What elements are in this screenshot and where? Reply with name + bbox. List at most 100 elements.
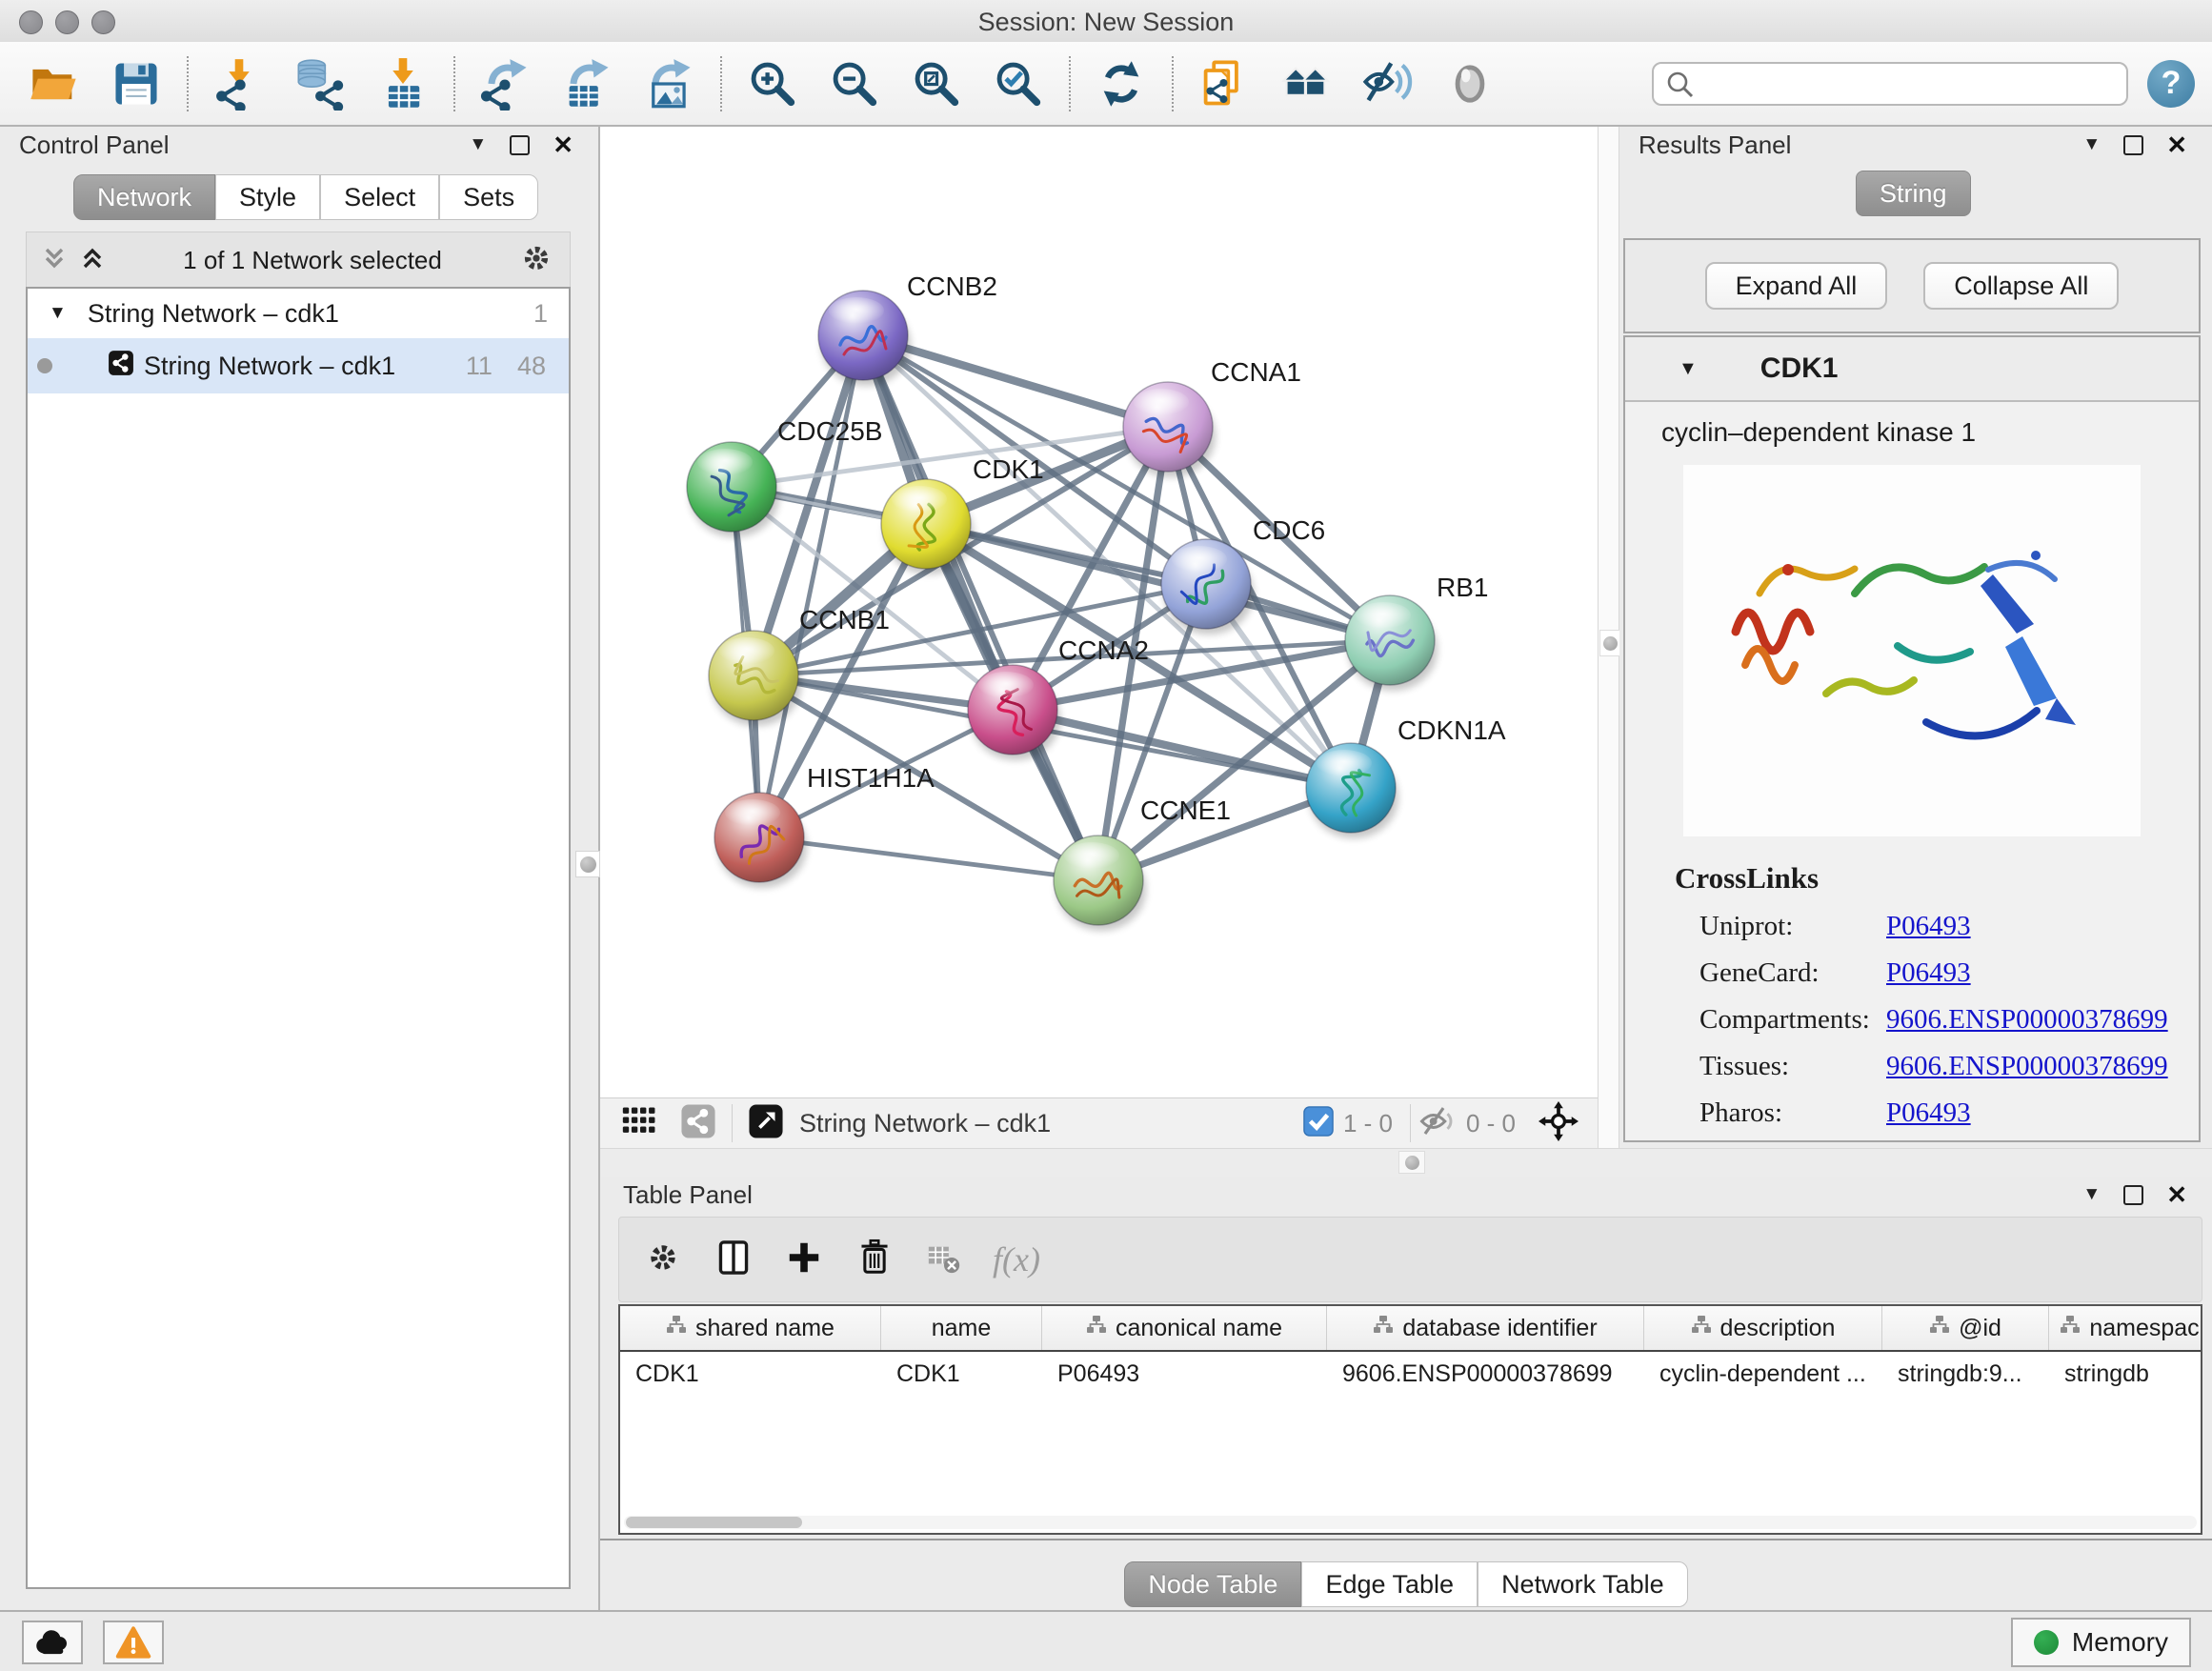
fit-crosshair-icon[interactable] (1538, 1101, 1579, 1146)
open-session-icon[interactable] (13, 51, 95, 116)
network-node-RB1[interactable] (1345, 595, 1438, 691)
network-edge-CCNA2-CDKN1A[interactable] (1013, 710, 1351, 788)
table-cell[interactable]: cyclin-dependent ... (1644, 1360, 1882, 1388)
save-session-icon[interactable] (95, 51, 177, 116)
tab-node-table[interactable]: Node Table (1124, 1561, 1301, 1607)
hidden-eye-icon[interactable] (1418, 1105, 1457, 1142)
view-app-icon[interactable] (680, 1103, 716, 1144)
table-cell[interactable]: CDK1 (620, 1360, 881, 1388)
panel-menu-icon[interactable]: ▼ (469, 134, 487, 155)
network-node-CCNB2[interactable] (818, 291, 911, 386)
panel-close-icon[interactable]: ✕ (553, 131, 573, 160)
grid-mode-icon[interactable] (621, 1105, 659, 1142)
refresh-icon[interactable] (1080, 51, 1162, 116)
tab-select[interactable]: Select (320, 174, 439, 220)
table-options-gear-icon[interactable] (642, 1237, 684, 1283)
zoom-in-icon[interactable] (732, 51, 814, 116)
crosslink-link[interactable]: 9606.ENSP00000378699 (1886, 1004, 2168, 1036)
network-node-CCNA2[interactable] (968, 665, 1060, 760)
panel-menu-icon[interactable]: ▼ (2082, 1184, 2101, 1205)
table-cell[interactable]: stringdb (2049, 1360, 2202, 1388)
copy-current-style-icon[interactable] (1183, 51, 1265, 116)
crosslink-link[interactable]: P06493 (1886, 911, 1971, 942)
right-splitter-handle[interactable] (1599, 630, 1620, 656)
panel-float-icon[interactable] (2123, 135, 2143, 155)
import-table-icon[interactable] (362, 51, 444, 116)
tab-string[interactable]: String (1856, 171, 1971, 216)
hide-unhide-icon[interactable] (1347, 51, 1429, 116)
table-row[interactable]: CDK1CDK1P064939606.ENSP00000378699cyclin… (620, 1352, 2201, 1396)
panel-float-icon[interactable] (510, 135, 530, 155)
import-network-icon[interactable] (198, 51, 280, 116)
crosslink-row: Compartments: 9606.ENSP00000378699 (1675, 1004, 2199, 1036)
panel-close-icon[interactable]: ✕ (2166, 131, 2187, 160)
network-node-CCNA1[interactable] (1123, 382, 1216, 477)
network-edge-HIST1H1A-CCNE1[interactable] (759, 837, 1098, 880)
table-cell[interactable]: P06493 (1042, 1360, 1327, 1388)
hscrollbar-thumb[interactable] (626, 1517, 802, 1528)
first-neighbors-icon[interactable] (1265, 51, 1347, 116)
gene-collapse-icon[interactable]: ▼ (1679, 358, 1698, 380)
network-list-toolbar: 1 of 1 Network selected (26, 232, 571, 288)
delete-column-icon[interactable] (854, 1237, 895, 1283)
search-input[interactable] (1652, 62, 2128, 106)
panel-close-icon[interactable]: ✕ (2166, 1180, 2187, 1210)
crosslink-link[interactable]: P06493 (1886, 1097, 1971, 1129)
selected-checkbox-icon[interactable] (1303, 1106, 1334, 1141)
column-header-shared-name[interactable]: shared name (620, 1306, 881, 1350)
zoom-selected-icon[interactable] (977, 51, 1059, 116)
column-header--id[interactable]: @id (1882, 1306, 2049, 1350)
column-header-canonical-name[interactable]: canonical name (1042, 1306, 1327, 1350)
expand-all-button[interactable]: Expand All (1705, 262, 1888, 310)
tab-network[interactable]: Network (73, 174, 215, 220)
export-table-icon[interactable] (547, 51, 629, 116)
column-header-database-identifier[interactable]: database identifier (1327, 1306, 1644, 1350)
collapse-all-icon[interactable] (38, 242, 70, 279)
network-node-CDK1[interactable] (881, 479, 974, 574)
warning-button[interactable] (103, 1621, 164, 1664)
collapse-all-button[interactable]: Collapse All (1923, 262, 2119, 310)
toolbar-separator (187, 56, 189, 111)
table-cell[interactable]: CDK1 (881, 1360, 1042, 1388)
horizontal-splitter-handle[interactable] (1398, 1151, 1425, 1174)
network-options-gear-icon[interactable] (516, 238, 556, 283)
node-table: shared namenamecanonical namedatabase id… (618, 1304, 2202, 1535)
network-canvas[interactable]: CCNB2CCNA1CDC25BCDK1CDC6RB1CCNB1CCNA2CDK… (600, 127, 1598, 1097)
column-header-namespac[interactable]: namespac (2049, 1306, 2202, 1350)
tab-network-table[interactable]: Network Table (1478, 1561, 1688, 1607)
create-column-icon[interactable] (783, 1237, 825, 1283)
panel-menu-icon[interactable]: ▼ (2082, 134, 2101, 155)
zoom-fit-icon[interactable] (895, 51, 977, 116)
show-columns-icon[interactable] (713, 1237, 754, 1283)
table-cell[interactable]: 9606.ENSP00000378699 (1327, 1360, 1644, 1388)
column-header-name[interactable]: name (881, 1306, 1042, 1350)
right-splitter[interactable] (1598, 127, 1619, 1148)
tree-expand-icon[interactable]: ▼ (49, 303, 67, 324)
memory-button[interactable]: Memory (2011, 1618, 2191, 1667)
export-network-icon[interactable] (465, 51, 547, 116)
help-button[interactable]: ? (2147, 60, 2195, 108)
network-node-HIST1H1A[interactable] (714, 793, 807, 888)
crosslink-link[interactable]: P06493 (1886, 957, 1971, 989)
column-header-description[interactable]: description (1644, 1306, 1882, 1350)
network-row-selected[interactable]: String Network – cdk1 11 48 (28, 338, 569, 393)
zoom-out-icon[interactable] (814, 51, 895, 116)
crosslink-link[interactable]: 9606.ENSP00000378699 (1886, 1051, 2168, 1082)
table-cell[interactable]: stringdb:9... (1882, 1360, 2049, 1388)
network-node-CDC25B[interactable] (687, 442, 779, 537)
birdseye-toggle-icon[interactable] (748, 1103, 784, 1144)
left-splitter-handle[interactable] (575, 851, 600, 877)
horizontal-splitter[interactable] (600, 1148, 2212, 1178)
tab-sets[interactable]: Sets (439, 174, 538, 220)
network-collection-row[interactable]: ▼ String Network – cdk1 1 (28, 289, 569, 338)
export-image-icon[interactable] (629, 51, 711, 116)
expand-all-icon[interactable] (76, 242, 109, 279)
gene-header[interactable]: ▼ CDK1 (1625, 337, 2199, 402)
panel-float-icon[interactable] (2123, 1185, 2143, 1205)
network-node-CDKN1A[interactable] (1306, 743, 1398, 838)
tab-edge-table[interactable]: Edge Table (1301, 1561, 1478, 1607)
tab-style[interactable]: Style (215, 174, 320, 220)
import-database-icon[interactable] (280, 51, 362, 116)
table-hscrollbar[interactable] (624, 1516, 2197, 1529)
cloud-button[interactable] (22, 1621, 83, 1664)
